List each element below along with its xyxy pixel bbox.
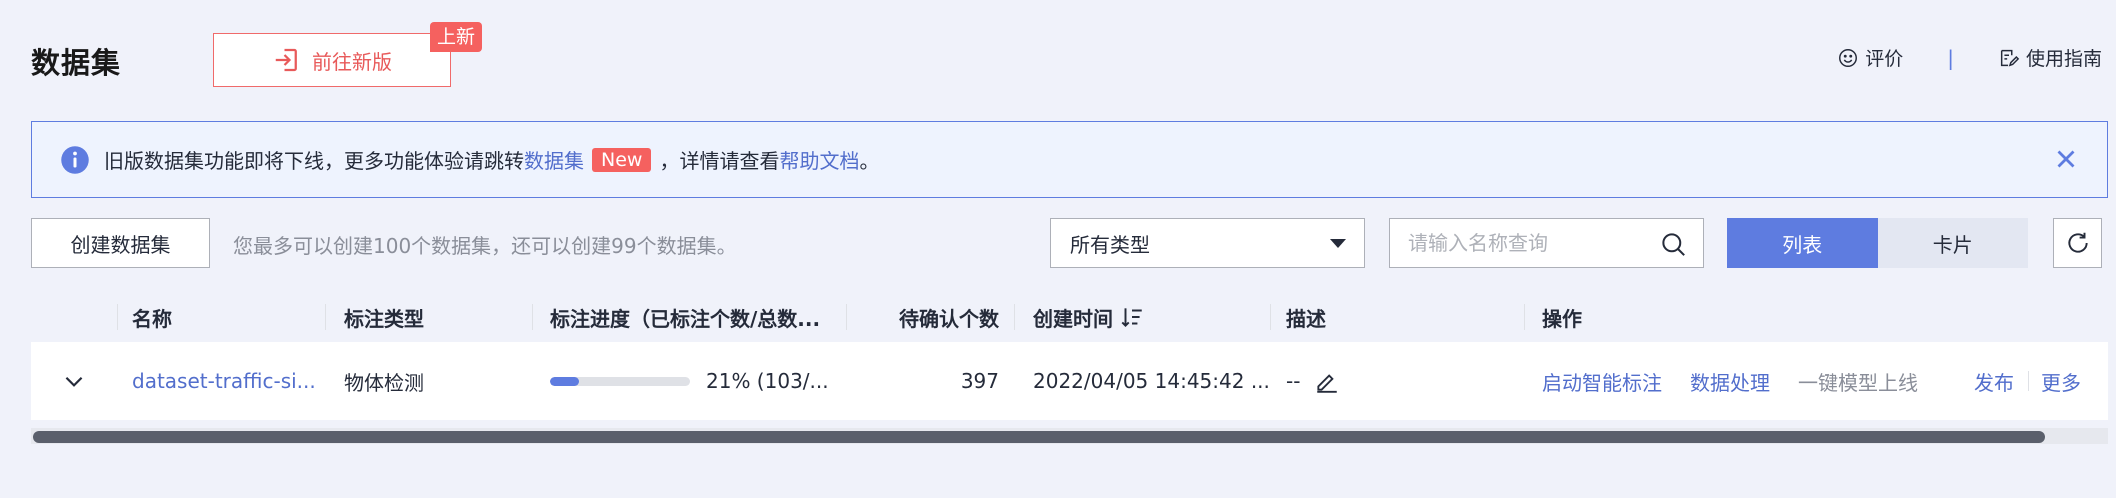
one-click-deploy-action: 一键模型上线 — [1798, 370, 1918, 395]
progress-text: 21% (103/... — [706, 369, 829, 393]
header-separator: | — [1947, 45, 1954, 70]
column-header-progress: 标注进度（已标注个数/总数... — [532, 292, 846, 342]
page-title: 数据集 — [31, 46, 122, 80]
deprecation-alert: 旧版数据集功能即将下线，更多功能体验请跳转 数据集 New ，详情请查看 帮助文… — [31, 121, 2108, 198]
new-tag-badge: 上新 — [430, 22, 483, 52]
cell-pending: 397 — [960, 369, 999, 393]
table-header: 名称 标注类型 标注进度（已标注个数/总数... 待确认个数 创建时间 描述 操… — [31, 292, 2108, 342]
data-process-action[interactable]: 数据处理 — [1690, 367, 1770, 396]
alert-text-middle: ，详情请查看 — [659, 149, 780, 173]
column-header-created[interactable]: 创建时间 — [1014, 292, 1270, 342]
alert-help-link[interactable]: 帮助文档 — [779, 145, 859, 174]
search-input[interactable] — [1390, 219, 1650, 267]
cell-name: dataset-traffic-si... — [117, 342, 325, 420]
refresh-button[interactable] — [2053, 218, 2102, 268]
cell-progress: 21% (103/... — [532, 342, 846, 420]
guide-label: 使用指南 — [2025, 48, 2102, 70]
column-header-description: 描述 — [1270, 292, 1524, 342]
enter-icon — [275, 48, 297, 72]
column-header-name: 名称 — [117, 292, 325, 342]
alert-new-badge: New — [592, 147, 652, 172]
progress-bar — [550, 376, 690, 386]
quota-text: 您最多可以创建100个数据集，还可以创建99个数据集。 — [233, 234, 737, 258]
publish-action[interactable]: 发布 — [1974, 367, 2014, 396]
dataset-table: 名称 标注类型 标注进度（已标注个数/总数... 待确认个数 创建时间 描述 操… — [31, 292, 2108, 428]
action-divider — [2028, 371, 2029, 391]
table-row: dataset-traffic-si... 物体检测 21% (103/... … — [31, 342, 2108, 420]
horizontal-scrollbar-thumb[interactable] — [33, 431, 2045, 443]
cell-created: 2022/04/05 14:45:42 ... — [1033, 369, 1270, 393]
info-icon — [61, 145, 89, 174]
cell-actions: 启动智能标注 数据处理 一键模型上线 发布 更多 — [1524, 342, 2108, 420]
more-action[interactable]: 更多 — [2041, 367, 2081, 396]
header-actions: 评价 | 使用指南 — [1837, 44, 2102, 71]
expand-cell — [31, 342, 117, 420]
smart-label-action[interactable]: 启动智能标注 — [1542, 367, 1662, 396]
column-header-actions: 操作 — [1524, 292, 2108, 342]
go-new-version-button[interactable]: 前往新版 — [213, 33, 451, 87]
smile-icon — [1839, 48, 1858, 67]
type-select-value: 所有类型 — [1070, 232, 1150, 257]
column-header-pending: 待确认个数 — [846, 292, 1014, 342]
cell-label-type: 物体检测 — [344, 370, 424, 395]
view-card-button[interactable]: 卡片 — [1877, 218, 2028, 268]
refresh-icon — [2067, 232, 2088, 253]
guide-link[interactable]: 使用指南 — [1998, 44, 2102, 71]
rate-label: 评价 — [1865, 48, 1904, 70]
column-header-label-type: 标注类型 — [325, 292, 532, 342]
type-select[interactable]: 所有类型 — [1050, 218, 1365, 268]
alert-dataset-link[interactable]: 数据集 — [524, 145, 584, 174]
sort-icon[interactable] — [1119, 304, 1145, 330]
close-icon[interactable] — [2051, 144, 2081, 174]
dataset-name-link[interactable]: dataset-traffic-si... — [132, 369, 316, 393]
created-header-label: 创建时间 — [1033, 306, 1113, 331]
description-text: -- — [1286, 369, 1301, 393]
cell-description: -- — [1270, 342, 1524, 420]
alert-text-end: 。 — [859, 149, 880, 173]
chevron-down-icon[interactable] — [61, 368, 87, 394]
search-icon[interactable] — [1660, 231, 1687, 258]
view-list-button[interactable]: 列表 — [1727, 218, 1878, 268]
expand-column-header — [31, 292, 117, 342]
search-box — [1389, 218, 1704, 268]
progress-fill — [550, 376, 580, 386]
go-new-version-label: 前往新版 — [312, 49, 392, 74]
guide-edit-icon — [2000, 49, 2020, 66]
edit-icon[interactable] — [1314, 368, 1340, 394]
rate-link[interactable]: 评价 — [1837, 44, 1903, 71]
view-toggle: 列表 卡片 — [1727, 218, 2028, 268]
alert-text-before: 旧版数据集功能即将下线，更多功能体验请跳转 — [104, 149, 524, 173]
caret-down-icon — [1330, 239, 1346, 248]
create-dataset-button[interactable]: 创建数据集 — [31, 218, 210, 268]
